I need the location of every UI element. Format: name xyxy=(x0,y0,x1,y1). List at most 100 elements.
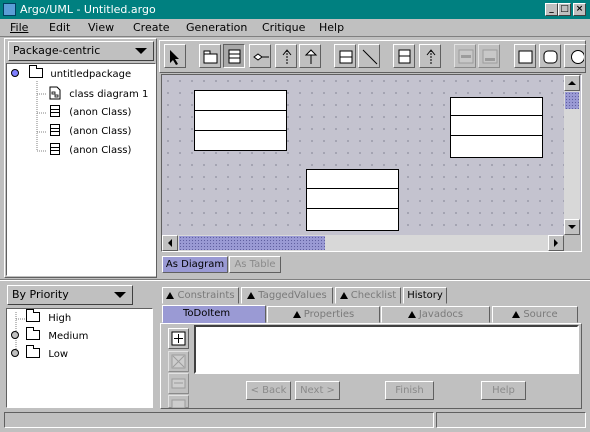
menu-create[interactable]: Create xyxy=(133,21,170,34)
horizontal-scrollbar[interactable] xyxy=(162,235,564,251)
horizontal-scroll-thumb[interactable] xyxy=(179,236,325,250)
class-icon xyxy=(50,124,60,136)
chevron-down-icon xyxy=(114,292,126,298)
tree-item-diagram[interactable]: class diagram 1 xyxy=(49,86,148,102)
class-operations-compartment xyxy=(307,208,398,209)
rectangle-icon xyxy=(518,50,533,64)
tab-history[interactable]: History xyxy=(403,287,447,304)
scroll-up-button[interactable] xyxy=(564,75,580,91)
email-expert-button[interactable] xyxy=(168,373,189,394)
scroll-down-button[interactable] xyxy=(564,219,580,235)
tab-constraints[interactable]: Constraints xyxy=(162,287,239,304)
circle-tool[interactable] xyxy=(564,44,586,68)
todo-item-low[interactable]: Low xyxy=(11,345,68,362)
generalization-tool[interactable] xyxy=(299,44,321,68)
class-figure[interactable] xyxy=(194,90,287,151)
minimize-button[interactable]: _ xyxy=(545,3,558,16)
triangle-icon xyxy=(339,292,348,299)
vertical-scroll-thumb[interactable] xyxy=(565,92,579,109)
next-button[interactable]: Next > xyxy=(295,381,340,400)
package-icon xyxy=(29,65,44,78)
attribute-icon xyxy=(458,49,474,64)
association-tool[interactable] xyxy=(249,44,271,68)
triangle-icon xyxy=(166,292,175,299)
tree-item-class[interactable]: (anon Class) xyxy=(50,143,131,158)
rectangle-tool[interactable] xyxy=(514,44,536,68)
tree-item-label: class diagram 1 xyxy=(69,89,149,100)
select-tool[interactable] xyxy=(164,44,186,68)
tree-item-class[interactable]: (anon Class) xyxy=(50,124,131,139)
todo-tree: High Medium Low xyxy=(6,308,153,408)
realization-tool[interactable] xyxy=(358,44,380,68)
scroll-left-button[interactable] xyxy=(162,235,178,251)
class-icon xyxy=(50,105,60,117)
menu-help[interactable]: Help xyxy=(319,21,344,34)
class-operations-compartment xyxy=(195,130,286,131)
menu-critique[interactable]: Critique xyxy=(262,21,305,34)
class-icon xyxy=(228,49,241,64)
vertical-scrollbar[interactable] xyxy=(564,75,580,235)
menu-file[interactable]: File xyxy=(10,21,28,34)
class-figure[interactable] xyxy=(306,169,399,231)
tab-as-diagram[interactable]: As Diagram xyxy=(162,256,228,273)
perspective-combo[interactable]: Package-centric xyxy=(8,41,154,61)
todo-item-label: High xyxy=(48,313,72,324)
tab-taggedvalues[interactable]: TaggedValues xyxy=(241,287,333,304)
interface-tool[interactable] xyxy=(334,44,356,68)
operation-icon xyxy=(482,49,498,64)
diagram-canvas[interactable] xyxy=(161,74,582,252)
diagram-icon xyxy=(49,86,61,100)
class-figure[interactable] xyxy=(450,97,543,158)
close-button[interactable]: × xyxy=(573,3,586,16)
class-tool-2[interactable] xyxy=(393,44,415,68)
expand-handle-icon[interactable] xyxy=(11,331,19,339)
class-icon xyxy=(50,143,60,155)
dependency-arrow-icon xyxy=(282,49,292,64)
more-info-button[interactable] xyxy=(168,395,189,409)
scroll-right-button[interactable] xyxy=(548,235,564,251)
todo-item-medium[interactable]: Medium xyxy=(11,327,89,344)
maximize-button[interactable]: □ xyxy=(558,3,571,16)
folder-icon xyxy=(26,345,41,358)
package-tool[interactable] xyxy=(199,44,221,68)
tab-source[interactable]: Source xyxy=(492,306,578,323)
resolve-todo-button[interactable] xyxy=(168,351,189,372)
operation-tool[interactable] xyxy=(478,44,500,68)
tab-properties[interactable]: Properties xyxy=(267,306,380,323)
class-attributes-compartment xyxy=(195,110,286,111)
todo-item-label: Medium xyxy=(48,331,89,342)
navigator-tree: untitledpackage class diagram 1 (anon Cl… xyxy=(6,63,156,276)
menu-generation[interactable]: Generation xyxy=(186,21,247,34)
class-operations-compartment xyxy=(451,135,542,136)
dependency-arrow-icon xyxy=(426,49,436,64)
triangle-icon xyxy=(512,311,521,318)
menu-bar: File Edit View Create Generation Critiqu… xyxy=(0,19,590,37)
horizontal-splitter[interactable] xyxy=(0,279,590,281)
dependency-tool-2[interactable] xyxy=(419,44,441,68)
menu-view[interactable]: View xyxy=(88,21,114,34)
tab-javadocs[interactable]: Javadocs xyxy=(381,306,490,323)
menu-edit[interactable]: Edit xyxy=(49,21,70,34)
back-button[interactable]: < Back xyxy=(246,381,291,400)
todo-description-area[interactable] xyxy=(194,325,579,374)
expand-handle-icon[interactable] xyxy=(11,349,19,357)
dependency-tool[interactable] xyxy=(275,44,297,68)
todo-item-high[interactable]: High xyxy=(26,309,72,326)
finish-button[interactable]: Finish xyxy=(385,381,434,400)
attribute-tool[interactable] xyxy=(454,44,476,68)
help-button[interactable]: Help xyxy=(481,381,526,400)
rounded-rectangle-tool[interactable] xyxy=(539,44,561,68)
class-tool[interactable] xyxy=(223,44,245,68)
class-attributes-compartment xyxy=(307,188,398,189)
expand-handle-icon[interactable] xyxy=(11,69,19,77)
todo-grouping-combo[interactable]: By Priority xyxy=(7,285,133,305)
triangle-icon xyxy=(407,311,416,318)
tab-checklist[interactable]: Checklist xyxy=(335,287,401,304)
status-bar xyxy=(4,412,434,428)
tab-todoitem[interactable]: ToDoItem xyxy=(162,305,266,323)
tree-item-package[interactable]: untitledpackage xyxy=(11,65,131,82)
interface-icon xyxy=(339,50,353,64)
tree-item-class[interactable]: (anon Class) xyxy=(50,105,131,120)
tab-as-table[interactable]: As Table xyxy=(229,256,281,273)
new-todo-button[interactable] xyxy=(168,328,189,349)
